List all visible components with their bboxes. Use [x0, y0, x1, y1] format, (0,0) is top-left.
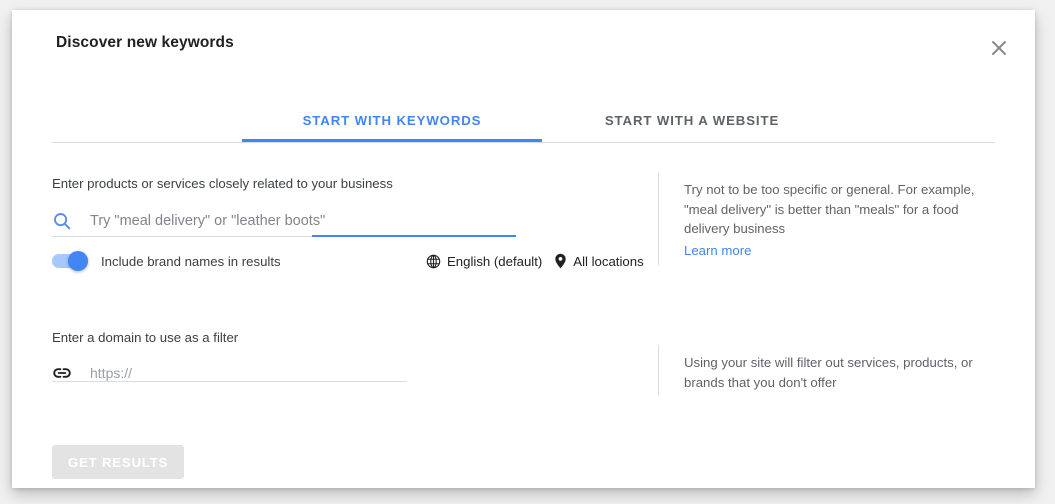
dialog-body: Enter products or services closely relat… — [12, 150, 1035, 488]
filter-chips: English (default) All locations — [426, 246, 644, 276]
language-selector[interactable]: English (default) — [426, 254, 542, 269]
domain-input[interactable] — [78, 360, 407, 386]
toggle-knob — [68, 251, 88, 271]
brand-names-toggle-row: Include brand names in results — [52, 246, 281, 276]
domain-input-row — [52, 358, 407, 388]
search-icon — [52, 210, 78, 232]
tab-start-with-keywords[interactable]: START WITH KEYWORDS — [242, 98, 542, 142]
location-label: All locations — [573, 253, 644, 269]
tab-bar: START WITH KEYWORDS START WITH A WEBSITE — [52, 98, 995, 144]
include-brand-names-toggle[interactable] — [52, 251, 88, 271]
tab-start-with-a-website[interactable]: START WITH A WEBSITE — [542, 98, 842, 142]
keywords-input-focus-underline — [312, 235, 516, 237]
domain-hint-text: Using your site will filter out services… — [684, 355, 973, 390]
screen-background: Discover new keywords START WITH KEYWORD… — [0, 0, 1055, 504]
language-label: English (default) — [447, 253, 543, 269]
location-selector[interactable]: All locations — [554, 253, 644, 269]
keywords-hint-text: Try not to be too specific or general. F… — [684, 182, 975, 236]
column-divider-top — [658, 173, 659, 265]
column-divider-bottom — [658, 345, 659, 395]
active-tab-indicator — [242, 139, 542, 142]
dialog-header: Discover new keywords — [12, 10, 1035, 88]
learn-more-link[interactable]: Learn more — [684, 243, 751, 258]
discover-keywords-dialog: Discover new keywords START WITH KEYWORD… — [12, 10, 1035, 488]
domain-field-label: Enter a domain to use as a filter — [52, 330, 239, 345]
page-title: Discover new keywords — [56, 34, 234, 51]
keywords-input-row — [52, 206, 516, 236]
close-icon — [989, 38, 1009, 58]
close-button[interactable] — [983, 32, 1015, 64]
location-pin-icon — [554, 253, 567, 269]
include-brand-names-label: Include brand names in results — [101, 253, 281, 269]
globe-icon — [426, 254, 441, 269]
keywords-input[interactable] — [78, 208, 516, 234]
domain-input-underline — [52, 381, 407, 382]
keywords-field-label: Enter products or services closely relat… — [52, 176, 393, 191]
get-results-button[interactable]: GET RESULTS — [52, 445, 185, 479]
